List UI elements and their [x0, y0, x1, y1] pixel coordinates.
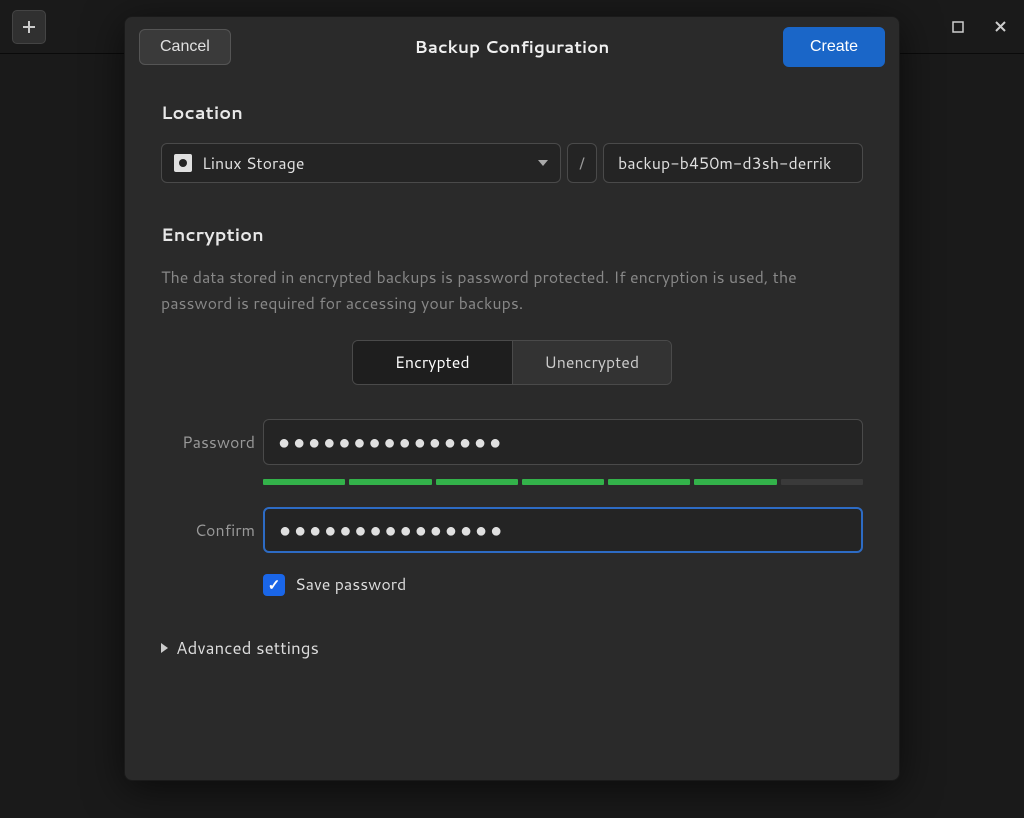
confirm-password-input[interactable]: ●●●●●●●●●●●●●●● — [263, 507, 863, 553]
strength-segment — [263, 479, 345, 485]
cancel-button[interactable]: Cancel — [139, 29, 231, 65]
backup-config-dialog: Cancel Backup Configuration Create Locat… — [124, 16, 900, 781]
advanced-settings-label: Advanced settings — [176, 636, 319, 660]
strength-segment — [608, 479, 690, 485]
storage-dropdown[interactable]: Linux Storage — [161, 143, 561, 183]
chevron-down-icon — [538, 160, 548, 166]
password-input[interactable]: ●●●●●●●●●●●●●●● — [263, 419, 863, 465]
location-heading: Location — [161, 99, 863, 125]
disk-icon — [174, 154, 192, 172]
encryption-description: The data stored in encrypted backups is … — [161, 265, 863, 316]
encryption-toggle: Encrypted Unencrypted — [352, 340, 672, 385]
encryption-heading: Encryption — [161, 221, 863, 247]
advanced-settings-expander[interactable]: Advanced settings — [161, 636, 863, 660]
strength-segment — [522, 479, 604, 485]
save-password-label: Save password — [295, 573, 406, 596]
plus-icon — [21, 19, 37, 35]
check-icon: ✓ — [268, 574, 281, 595]
password-strength-meter — [263, 479, 863, 485]
close-icon — [994, 20, 1007, 33]
strength-segment — [349, 479, 431, 485]
toggle-unencrypted[interactable]: Unencrypted — [513, 341, 672, 384]
password-label: Password — [161, 431, 263, 454]
save-password-checkbox[interactable]: ✓ — [263, 574, 285, 596]
path-separator: / — [567, 143, 597, 183]
new-tab-button[interactable] — [12, 10, 46, 44]
toggle-encrypted[interactable]: Encrypted — [353, 341, 513, 384]
maximize-icon — [952, 21, 964, 33]
strength-segment — [781, 479, 863, 485]
backup-path-input[interactable]: backup-b450m-d3sh-derrik — [603, 143, 863, 183]
strength-segment — [694, 479, 776, 485]
maximize-button[interactable] — [946, 15, 970, 39]
strength-segment — [436, 479, 518, 485]
triangle-right-icon — [161, 643, 168, 653]
storage-label: Linux Storage — [202, 152, 304, 175]
create-button[interactable]: Create — [783, 27, 885, 67]
dialog-header: Cancel Backup Configuration Create — [125, 17, 899, 77]
close-window-button[interactable] — [988, 15, 1012, 39]
confirm-label: Confirm — [161, 519, 263, 542]
